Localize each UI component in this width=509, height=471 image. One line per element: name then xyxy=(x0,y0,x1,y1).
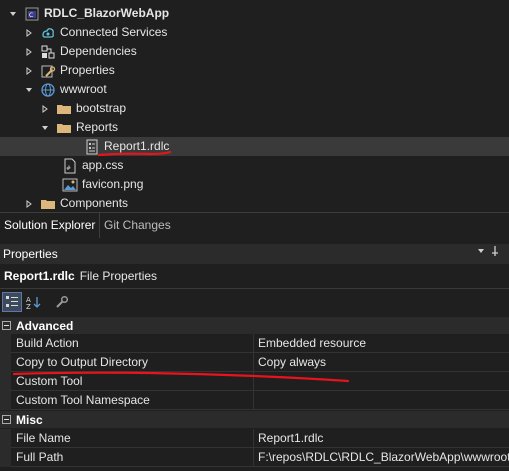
dependencies-icon xyxy=(40,44,56,60)
expand-arrow-icon[interactable] xyxy=(40,99,50,118)
tree-item-label: bootstrap xyxy=(76,101,127,115)
svg-text:#: # xyxy=(66,165,71,172)
selected-object-kind: File Properties xyxy=(79,269,158,283)
report-file-icon xyxy=(84,139,100,155)
property-row-full-path[interactable]: Full Path F:\repos\RDLC\RDLC_BlazorWebAp… xyxy=(0,448,509,467)
selected-object-row[interactable]: Report1.rdlc File Properties xyxy=(0,264,509,288)
folder-icon xyxy=(40,196,56,212)
tree-item-components[interactable]: Components xyxy=(0,194,509,213)
project-name: RDLC_BlazorWebApp xyxy=(44,6,170,20)
connected-services-icon xyxy=(40,25,56,41)
categorized-view-button[interactable] xyxy=(2,292,22,312)
property-name: Custom Tool Namespace xyxy=(16,393,150,407)
property-value[interactable] xyxy=(258,391,509,410)
explorer-tabs-bar: Solution Explorer Git Changes xyxy=(0,212,509,238)
globe-icon xyxy=(40,82,56,98)
property-row-copy-to-output-directory[interactable]: Copy to Output Directory Copy always xyxy=(0,353,509,372)
categorized-icon xyxy=(6,296,18,307)
expand-arrow-icon[interactable] xyxy=(24,42,34,61)
expand-arrow-icon[interactable] xyxy=(24,194,34,213)
property-name: Full Path xyxy=(16,450,64,464)
image-file-icon xyxy=(62,177,78,193)
expand-arrow-icon[interactable] xyxy=(24,23,34,42)
folder-icon xyxy=(56,101,72,117)
properties-panel-title: Properties xyxy=(3,247,58,261)
collapse-box-icon[interactable] xyxy=(2,321,11,330)
category-label: Misc xyxy=(16,412,43,427)
properties-toolbar: AZ xyxy=(0,288,509,314)
property-value[interactable]: Embedded resource xyxy=(258,334,509,353)
property-row-build-action[interactable]: Build Action Embedded resource xyxy=(0,334,509,353)
tab-git-changes[interactable]: Git Changes xyxy=(100,213,175,238)
tree-item-properties[interactable]: Properties xyxy=(0,61,509,80)
tree-item-label: wwwroot xyxy=(60,82,107,96)
category-advanced[interactable]: Advanced xyxy=(0,317,509,334)
csharp-project-icon: C xyxy=(24,6,40,22)
property-value[interactable] xyxy=(258,372,509,391)
tree-item-app-css[interactable]: # app.css xyxy=(0,156,509,175)
tree-item-label: favicon.png xyxy=(82,177,144,191)
panel-options-icon[interactable] xyxy=(475,244,505,264)
category-label: Advanced xyxy=(16,318,74,333)
alphabetical-view-button[interactable]: AZ xyxy=(24,292,44,312)
property-value[interactable]: F:\repos\RDLC\RDLC_BlazorWebApp\wwwroot\… xyxy=(258,448,509,467)
property-name: Build Action xyxy=(16,336,79,350)
property-row-custom-tool[interactable]: Custom Tool xyxy=(0,372,509,391)
property-pages-button[interactable] xyxy=(52,292,72,312)
tab-solution-explorer[interactable]: Solution Explorer xyxy=(0,213,101,238)
properties-panel-header: Properties xyxy=(0,244,509,264)
property-row-file-name[interactable]: File Name Report1.rdlc xyxy=(0,429,509,448)
collapse-box-icon[interactable] xyxy=(2,415,11,424)
tree-item-favicon-png[interactable]: favicon.png xyxy=(0,175,509,194)
tree-item-label: Report1.rdlc xyxy=(104,139,170,153)
tree-item-project[interactable]: C RDLC_BlazorWebApp xyxy=(0,4,509,23)
solution-explorer-tree: C RDLC_BlazorWebApp Connected Services D… xyxy=(0,0,509,212)
wrench-icon xyxy=(56,295,69,308)
selected-object-name: Report1.rdlc xyxy=(4,269,75,283)
sort-az-icon: AZ xyxy=(26,296,41,309)
svg-text:Z: Z xyxy=(26,303,31,309)
property-grid: Advanced Build Action Embedded resource … xyxy=(0,316,509,471)
property-name: Copy to Output Directory xyxy=(16,355,149,369)
property-value[interactable]: Report1.rdlc xyxy=(258,429,509,448)
tree-item-bootstrap[interactable]: bootstrap xyxy=(0,99,509,118)
property-value[interactable]: Copy always xyxy=(258,353,509,372)
tree-item-label: Reports xyxy=(76,120,119,134)
property-row-custom-tool-namespace[interactable]: Custom Tool Namespace xyxy=(0,391,509,410)
tree-item-label: Connected Services xyxy=(60,25,168,39)
collapse-arrow-icon[interactable] xyxy=(24,80,34,99)
tree-item-label: app.css xyxy=(82,158,124,172)
category-misc[interactable]: Misc xyxy=(0,411,509,428)
tree-item-connected-services[interactable]: Connected Services xyxy=(0,23,509,42)
folder-icon xyxy=(56,120,72,136)
property-name: File Name xyxy=(16,431,71,445)
tree-item-report1-rdlc[interactable]: Report1.rdlc xyxy=(0,137,509,156)
tree-item-wwwroot[interactable]: wwwroot xyxy=(0,80,509,99)
svg-text:C: C xyxy=(29,12,33,19)
collapse-arrow-icon[interactable] xyxy=(8,4,18,23)
css-file-icon: # xyxy=(62,158,78,174)
tree-item-label: Properties xyxy=(60,63,115,77)
tree-item-reports[interactable]: Reports xyxy=(0,118,509,137)
expand-arrow-icon[interactable] xyxy=(24,61,34,80)
property-name: Custom Tool xyxy=(16,374,83,388)
tree-item-label: Components xyxy=(60,196,129,210)
tree-item-label: Dependencies xyxy=(60,44,137,58)
collapse-arrow-icon[interactable] xyxy=(40,118,50,137)
tree-item-dependencies[interactable]: Dependencies xyxy=(0,42,509,61)
properties-wrench-icon xyxy=(40,63,56,79)
